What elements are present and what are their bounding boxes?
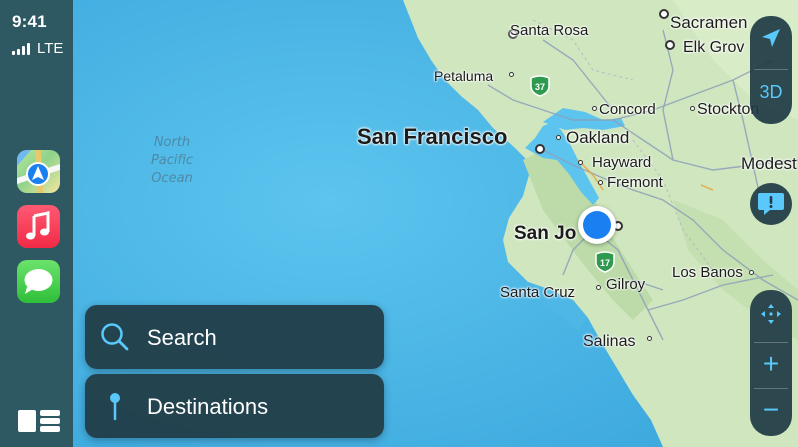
network-type: LTE: [37, 40, 64, 57]
city-label-modesto: Modest: [741, 154, 797, 173]
destinations-button[interactable]: Destinations: [85, 374, 384, 438]
city-dot: [690, 106, 695, 111]
city-label-san-jose: San Jo: [514, 223, 577, 244]
city-dot: [598, 180, 603, 185]
maps-app-icon[interactable]: [17, 150, 60, 193]
messages-app-icon[interactable]: [17, 260, 60, 303]
pan-button[interactable]: [750, 294, 792, 334]
route-shield-37-icon: 37: [529, 75, 551, 97]
map-controls-top: 3D: [750, 16, 792, 124]
location-arrow-icon: [762, 29, 780, 47]
city-dot: [535, 144, 545, 154]
city-label-hayward: Hayward: [592, 154, 652, 171]
zoom-in-button[interactable]: +: [750, 344, 792, 384]
zoom-out-button[interactable]: −: [750, 390, 792, 430]
ocean-label: North Pacific Ocean: [137, 134, 207, 188]
report-bubble-icon: [758, 193, 784, 215]
pan-arrows-icon: [761, 304, 781, 324]
city-label-petaluma: Petaluma: [434, 68, 494, 84]
controls-divider: [754, 69, 788, 70]
city-dot: [578, 160, 583, 165]
city-label-los-banos: Los Banos: [672, 264, 743, 281]
city-dot: [509, 72, 514, 77]
controls-divider: [754, 388, 788, 389]
city-label-fremont: Fremont: [607, 174, 663, 191]
city-label-santa-cruz: Santa Cruz: [500, 284, 576, 301]
city-label-gilroy: Gilroy: [606, 276, 646, 293]
ocean-label-line: Ocean: [151, 171, 193, 186]
ocean-label-line: Pacific: [150, 153, 194, 168]
city-label-san-francisco: San Francisco: [357, 124, 508, 149]
city-dot: [556, 135, 561, 140]
carplay-sidebar: 9:41 LTE: [0, 0, 73, 447]
city-label-salinas: Salinas: [583, 333, 636, 350]
city-label-oakland: Oakland: [566, 128, 630, 147]
city-label-concord: Concord: [599, 101, 656, 118]
route-shield-17-icon: 17: [594, 251, 616, 273]
dashboard-icon[interactable]: [18, 410, 60, 432]
music-app-icon[interactable]: [17, 205, 60, 248]
search-icon: [99, 321, 131, 353]
city-dot: [665, 40, 675, 50]
city-dot: [647, 336, 652, 341]
current-location-dot: [583, 211, 611, 239]
status-time: 9:41: [12, 12, 47, 31]
city-dot: [749, 270, 754, 275]
city-dot: [596, 285, 601, 290]
search-button[interactable]: Search: [85, 305, 384, 369]
city-dot: [659, 9, 669, 19]
city-dot: [592, 106, 597, 111]
controls-divider: [754, 342, 788, 343]
route-shield-37-label: 37: [535, 82, 545, 92]
3d-toggle-button[interactable]: 3D: [750, 72, 792, 112]
city-label-sacramento: Sacramen: [670, 13, 748, 32]
ocean-label-line: North: [153, 135, 191, 150]
signal-strength-icon: [12, 43, 30, 55]
destinations-label: Destinations: [147, 394, 269, 419]
search-label: Search: [147, 325, 217, 350]
city-label-santa-rosa: Santa Rosa: [510, 22, 589, 39]
locate-button[interactable]: [750, 18, 792, 58]
city-label-elk-grove: Elk Grov: [683, 39, 745, 56]
route-shield-17-label: 17: [600, 258, 610, 268]
pin-icon: [99, 390, 131, 422]
report-incident-button[interactable]: [750, 183, 792, 225]
map-controls-bottom: + −: [750, 290, 792, 436]
